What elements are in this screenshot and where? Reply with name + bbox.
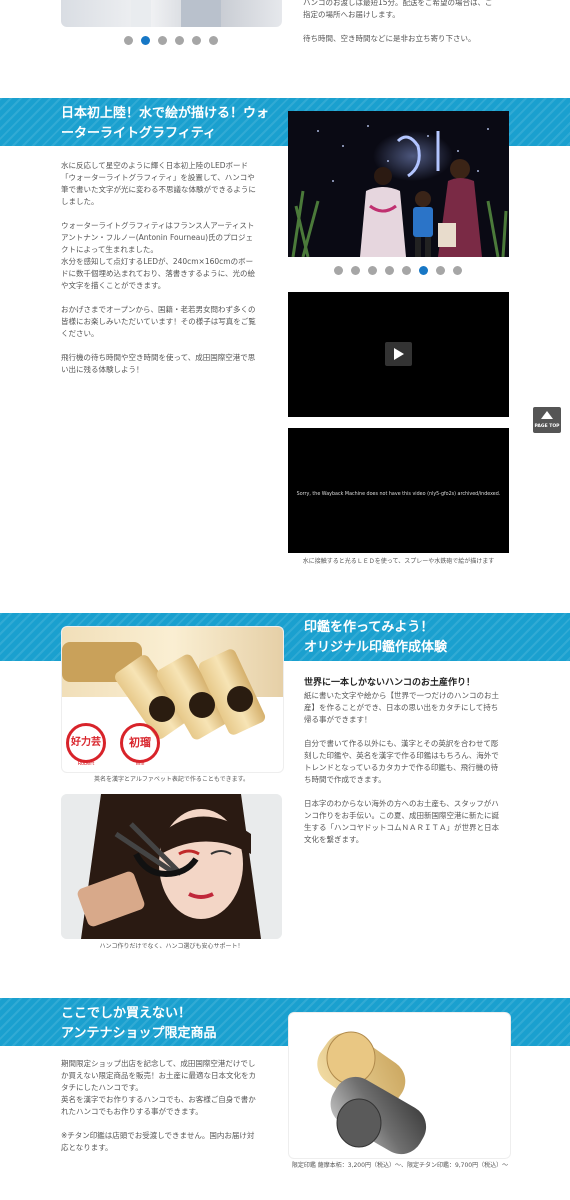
- carousel-dot[interactable]: [385, 266, 394, 275]
- water-graffiti-scene: [288, 111, 509, 257]
- carousel-dot[interactable]: [209, 36, 218, 45]
- carousel-dot[interactable]: [368, 266, 377, 275]
- stamp-2-sub: Will: [135, 761, 145, 767]
- section2-title-line2: オリジナル印鑑作成体験: [304, 640, 448, 655]
- video-play-button[interactable]: [385, 342, 411, 366]
- seal-photo: 好力芸 Robert 初瑠 Will: [61, 626, 284, 773]
- top-text-line1: ハンコのお渡しは最短15分。配送をご希望の場合は、ご: [303, 0, 493, 7]
- section3-paragraph: 期間限定ショップ出店を記念して、成田国際空港だけでし か買えない限定商品を販売！…: [61, 1059, 256, 1116]
- section2-title-line1: 印鑑を作ってみよう！: [304, 620, 434, 635]
- page-top-label: PAGE TOP: [534, 424, 560, 429]
- carousel-dot[interactable]: [436, 266, 445, 275]
- section3-title: ここでしか買えない！ アンテナショップ限定商品: [61, 1004, 281, 1044]
- carousel-dot[interactable]: [419, 266, 428, 275]
- section3-title-line1: ここでしか買えない！: [61, 1006, 192, 1021]
- carousel-dot[interactable]: [175, 36, 184, 45]
- carousel-dot[interactable]: [158, 36, 167, 45]
- section1-paragraph: ウォーターライトグラフィティはフランス人アーティスト アントナン・フルノー(An…: [61, 221, 256, 290]
- top-text-line3: 待ち時間、空き時間などに是非お立ち寄り下さい。: [303, 34, 476, 43]
- top-text-line2: 指定の場所へお届けします。: [303, 10, 400, 19]
- carousel-dot[interactable]: [334, 266, 343, 275]
- top-photo-scene: [131, 0, 221, 27]
- section1-title: 日本初上陸！水で絵が描ける！ウォーターライトグラフィティ: [61, 106, 270, 141]
- water-graffiti-photo: [288, 111, 509, 257]
- arrow-up-icon: [541, 411, 553, 419]
- limited-seal-scene: [317, 1031, 427, 1155]
- section3-title-line2: アンテナショップ限定商品: [61, 1026, 217, 1041]
- section1-paragraph: 飛行機の待ち時間や空き時間を使って、成田国際空港で思 い出に残る体験しよう！: [61, 353, 256, 374]
- section2-body: 紙に書いた文字や絵から【世界で一つだけのハンコのお土 産】を作ることができ、日本…: [304, 690, 519, 858]
- carousel-dot[interactable]: [124, 36, 133, 45]
- stamp-2-text: 初瑠: [129, 736, 151, 749]
- section3-body: 期間限定ショップ出店を記念して、成田国際空港だけでし か買えない限定商品を販売！…: [61, 1058, 276, 1166]
- section3-paragraph: ※チタン印鑑は店頭でお受渡しできません。国内お届け対 応となります。: [61, 1131, 255, 1152]
- stamp-1-text: 好力芸: [71, 737, 101, 748]
- section1-carousel-dots: [334, 266, 462, 275]
- section2-paragraph: 自分で書いて作る以外にも、漢字とその英訳を合わせて彫 刻した印鑑や、英名を漢字で…: [304, 739, 499, 784]
- staff-photo-scene: [61, 794, 282, 939]
- stamp-impression-2: 初瑠: [120, 723, 160, 763]
- carousel-dot[interactable]: [192, 36, 201, 45]
- carousel-dot[interactable]: [453, 266, 462, 275]
- section2-paragraph: 紙に書いた文字や絵から【世界で一つだけのハンコのお土 産】を作ることができ、日本…: [304, 691, 499, 724]
- stamp-impression-1: 好力芸: [66, 723, 106, 763]
- section2-paragraph: 日本字のわからない海外の方へのお土産も、スタッフがハ ンコ作りをお手伝い。この夏…: [304, 799, 499, 844]
- section1-paragraph: おかげさまでオープンから、国籍・老若男女問わず多くの 皆様にお楽しみいただいてい…: [61, 305, 256, 338]
- section1-body: 水に反応して星空のように輝く日本初上陸のLEDボード 「ウォーターライトグラフィ…: [61, 160, 276, 388]
- limited-seal-caption: 限定印鑑 薩摩本柘：3,200円（税込）〜、限定チタン印鑑：9,700円（税込）…: [291, 1162, 509, 1169]
- video-player-2[interactable]: Sorry, the Wayback Machine does not have…: [288, 428, 509, 553]
- top-text: ハンコのお渡しは最短15分。配送をご希望の場合は、ご 指定の場所へお届けします。…: [303, 0, 533, 45]
- section2-subheading: 世界に一本しかないハンコのお土産作り！: [304, 678, 476, 688]
- limited-seal-photo: [288, 1012, 511, 1159]
- carousel-dot[interactable]: [402, 266, 411, 275]
- video-unavailable-message: Sorry, the Wayback Machine does not have…: [296, 492, 501, 497]
- top-photo: [61, 0, 282, 27]
- page-top-button[interactable]: PAGE TOP: [533, 407, 561, 433]
- carousel-dot[interactable]: [141, 36, 150, 45]
- section2-title: 印鑑を作ってみよう！ オリジナル印鑑作成体験: [304, 618, 524, 658]
- carousel-dot[interactable]: [351, 266, 360, 275]
- stamp-1-sub: Robert: [77, 761, 95, 767]
- top-carousel-dots: [124, 36, 218, 45]
- seal-photo-caption: 英名を漢字とアルファベット表記で作ることもできます。: [93, 776, 250, 783]
- section1-paragraph: 水に反応して星空のように輝く日本初上陸のLEDボード 「ウォーターライトグラフィ…: [61, 161, 256, 206]
- video-caption: 水に接触すると光るＬＥＤを使って、スプレーや水鉄砲で絵が描けます: [302, 558, 495, 565]
- staff-photo-caption: ハンコ作りだけでなく、ハンコ選びも安心サポート！: [99, 943, 244, 950]
- staff-photo: [61, 794, 282, 939]
